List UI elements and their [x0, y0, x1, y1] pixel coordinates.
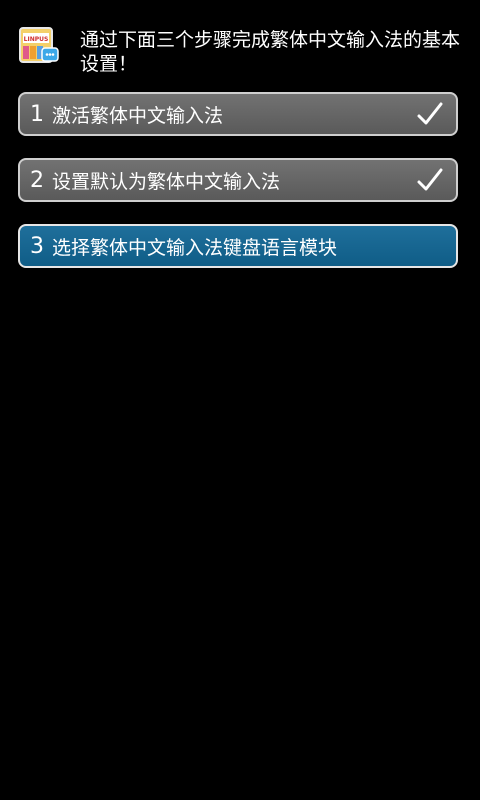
step-label: 激活繁体中文输入法	[52, 104, 224, 127]
step-label: 设置默认为繁体中文输入法	[52, 170, 281, 193]
step-label: 选择繁体中文输入法键盘语言模块	[52, 236, 338, 259]
step-2-set-default-button[interactable]: 2 设置默认为繁体中文输入法	[18, 158, 458, 202]
step-number: 1	[30, 101, 44, 127]
step-1-activate-button[interactable]: 1 激活繁体中文输入法	[18, 92, 458, 136]
linpus-app-icon: LINPUS	[19, 27, 59, 63]
checkmark-icon	[417, 102, 443, 125]
step-number: 2	[30, 167, 44, 193]
header: LINPUS 通过下面三个步骤完成繁体中文输入法的基本设置！	[0, 0, 480, 88]
step-number: 3	[30, 233, 44, 259]
instruction-text: 通过下面三个步骤完成繁体中文输入法的基本设置！	[80, 29, 461, 75]
step-3-select-keyboard-button[interactable]: 3 选择繁体中文输入法键盘语言模块	[18, 224, 458, 268]
checkmark-icon	[417, 168, 443, 191]
app-icon-text: LINPUS	[24, 36, 49, 43]
